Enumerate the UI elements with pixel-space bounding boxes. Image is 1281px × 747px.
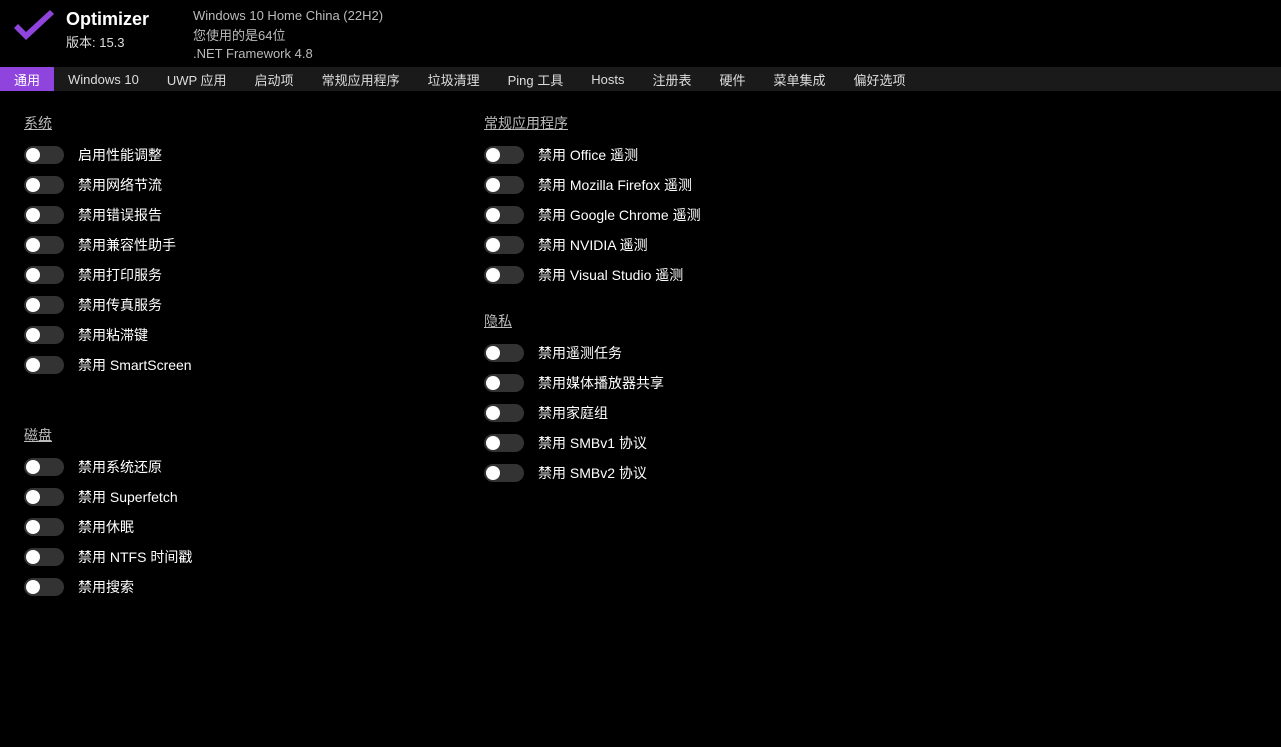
toggle-switch[interactable]: [484, 374, 524, 392]
toggle-homegroup: 禁用家庭组: [484, 403, 904, 423]
toggle-label: 禁用 Google Chrome 遥测: [538, 205, 701, 225]
toggle-label: 禁用 Visual Studio 遥测: [538, 265, 683, 285]
tab-general[interactable]: 通用: [0, 67, 54, 91]
toggle-ntfs-timestamp: 禁用 NTFS 时间戳: [24, 547, 444, 567]
toggle-switch[interactable]: [24, 146, 64, 164]
toggle-system-restore: 禁用系统还原: [24, 457, 444, 477]
toggle-switch[interactable]: [484, 146, 524, 164]
toggle-switch[interactable]: [24, 176, 64, 194]
header: Optimizer 版本: 15.3 Windows 10 Home China…: [0, 0, 1281, 67]
tab-integrator[interactable]: 菜单集成: [760, 67, 840, 91]
toggle-switch[interactable]: [24, 236, 64, 254]
tab-registry[interactable]: 注册表: [638, 67, 705, 91]
toggle-switch[interactable]: [24, 356, 64, 374]
toggle-label: 禁用网络节流: [78, 175, 162, 195]
toggle-switch[interactable]: [484, 344, 524, 362]
toggle-label: 禁用遥测任务: [538, 343, 622, 363]
toggle-label: 禁用 Office 遥测: [538, 145, 638, 165]
toggle-smartscreen: 禁用 SmartScreen: [24, 355, 444, 375]
toggle-switch[interactable]: [24, 458, 64, 476]
left-column: 系统 启用性能调整 禁用网络节流 禁用错误报告 禁用兼容性助手 禁用打印服务 禁…: [24, 109, 444, 607]
toggle-label: 禁用 NVIDIA 遥测: [538, 235, 648, 255]
toggle-smbv2: 禁用 SMBv2 协议: [484, 463, 904, 483]
toggle-performance-tweaks: 启用性能调整: [24, 145, 444, 165]
logo-block: Optimizer 版本: 15.3: [10, 6, 149, 51]
toggle-label: 禁用 SMBv2 协议: [538, 463, 647, 483]
toggle-label: 禁用兼容性助手: [78, 235, 176, 255]
toggle-search: 禁用搜索: [24, 577, 444, 597]
toggle-label: 禁用 Superfetch: [78, 487, 178, 507]
toggle-vs-telemetry: 禁用 Visual Studio 遥测: [484, 265, 904, 285]
toggle-office-telemetry: 禁用 Office 遥测: [484, 145, 904, 165]
arch-line: 您使用的是64位: [193, 25, 383, 44]
toggle-switch[interactable]: [24, 296, 64, 314]
toggle-superfetch: 禁用 Superfetch: [24, 487, 444, 507]
toggle-label: 禁用搜索: [78, 577, 134, 597]
section-title-privacy: 隐私: [484, 311, 904, 331]
toggle-switch[interactable]: [484, 176, 524, 194]
section-title-system: 系统: [24, 113, 444, 133]
tab-options[interactable]: 偏好选项: [840, 67, 920, 91]
toggle-label: 禁用传真服务: [78, 295, 162, 315]
toggle-switch[interactable]: [484, 266, 524, 284]
toggle-telemetry-tasks: 禁用遥测任务: [484, 343, 904, 363]
toggle-label: 启用性能调整: [78, 145, 162, 165]
toggle-label: 禁用打印服务: [78, 265, 162, 285]
toggle-print-service: 禁用打印服务: [24, 265, 444, 285]
tab-uwp[interactable]: UWP 应用: [153, 67, 241, 91]
toggle-chrome-telemetry: 禁用 Google Chrome 遥测: [484, 205, 904, 225]
os-line: Windows 10 Home China (22H2): [193, 8, 383, 23]
toggle-label: 禁用媒体播放器共享: [538, 373, 664, 393]
toggle-switch[interactable]: [484, 206, 524, 224]
toggle-compat-assistant: 禁用兼容性助手: [24, 235, 444, 255]
toggle-label: 禁用 Mozilla Firefox 遥测: [538, 175, 692, 195]
toggle-sticky-keys: 禁用粘滞键: [24, 325, 444, 345]
toggle-label: 禁用家庭组: [538, 403, 608, 423]
app-version: 版本: 15.3: [66, 32, 149, 51]
toggle-switch[interactable]: [24, 548, 64, 566]
tab-cleaner[interactable]: 垃圾清理: [414, 67, 494, 91]
toggle-switch[interactable]: [24, 206, 64, 224]
toggle-label: 禁用 NTFS 时间戳: [78, 547, 192, 567]
app-title: Optimizer: [66, 9, 149, 30]
toggle-nvidia-telemetry: 禁用 NVIDIA 遥测: [484, 235, 904, 255]
check-icon: [10, 8, 58, 51]
toggle-fax-service: 禁用传真服务: [24, 295, 444, 315]
toggle-switch[interactable]: [24, 488, 64, 506]
dotnet-line: .NET Framework 4.8: [193, 46, 383, 61]
tab-startup[interactable]: 启动项: [241, 67, 308, 91]
toggle-switch[interactable]: [24, 578, 64, 596]
tab-ping[interactable]: Ping 工具: [494, 67, 578, 91]
toggle-switch[interactable]: [24, 518, 64, 536]
toggle-label: 禁用错误报告: [78, 205, 162, 225]
toggle-hibernation: 禁用休眠: [24, 517, 444, 537]
toggle-label: 禁用 SmartScreen: [78, 355, 192, 375]
toggle-label: 禁用系统还原: [78, 457, 162, 477]
toggle-network-throttling: 禁用网络节流: [24, 175, 444, 195]
toggle-switch[interactable]: [24, 266, 64, 284]
toggle-label: 禁用休眠: [78, 517, 134, 537]
toggle-label: 禁用粘滞键: [78, 325, 148, 345]
toggle-error-reporting: 禁用错误报告: [24, 205, 444, 225]
toggle-switch[interactable]: [24, 326, 64, 344]
tab-common-apps[interactable]: 常规应用程序: [308, 67, 414, 91]
toggle-switch[interactable]: [484, 404, 524, 422]
toggle-label: 禁用 SMBv1 协议: [538, 433, 647, 453]
section-title-disk: 磁盘: [24, 425, 444, 445]
tab-bar: 通用 Windows 10 UWP 应用 启动项 常规应用程序 垃圾清理 Pin…: [0, 67, 1281, 91]
tab-hosts[interactable]: Hosts: [577, 67, 638, 91]
tab-windows10[interactable]: Windows 10: [54, 67, 153, 91]
tab-hardware[interactable]: 硬件: [705, 67, 759, 91]
toggle-switch[interactable]: [484, 434, 524, 452]
toggle-media-sharing: 禁用媒体播放器共享: [484, 373, 904, 393]
toggle-switch[interactable]: [484, 464, 524, 482]
content: 系统 启用性能调整 禁用网络节流 禁用错误报告 禁用兼容性助手 禁用打印服务 禁…: [0, 91, 1281, 625]
system-info: Windows 10 Home China (22H2) 您使用的是64位 .N…: [193, 6, 383, 61]
toggle-switch[interactable]: [484, 236, 524, 254]
right-column: 常规应用程序 禁用 Office 遥测 禁用 Mozilla Firefox 遥…: [484, 109, 904, 607]
toggle-smbv1: 禁用 SMBv1 协议: [484, 433, 904, 453]
section-title-apps: 常规应用程序: [484, 113, 904, 133]
toggle-firefox-telemetry: 禁用 Mozilla Firefox 遥测: [484, 175, 904, 195]
